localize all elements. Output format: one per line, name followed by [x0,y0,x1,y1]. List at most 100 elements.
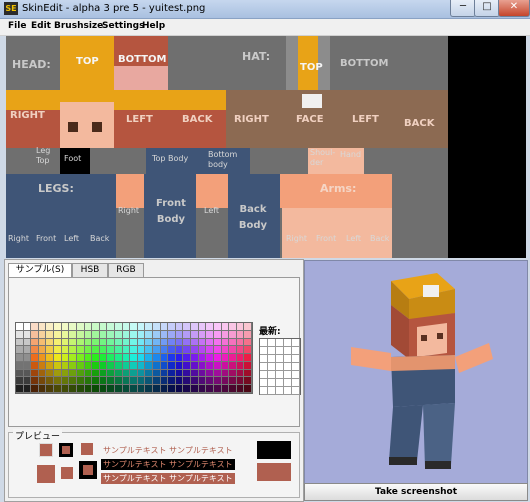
color-swatch[interactable] [137,385,145,392]
color-swatch[interactable] [16,385,23,392]
color-swatch[interactable] [168,338,175,346]
recent-swatch[interactable] [260,379,268,387]
recent-swatch[interactable] [284,387,292,395]
color-swatch[interactable] [69,369,76,377]
color-swatch[interactable] [160,377,168,385]
color-swatch[interactable] [168,354,175,361]
color-swatch[interactable] [23,354,31,361]
menu-edit[interactable]: Edit [31,21,51,31]
color-swatch[interactable] [130,361,137,369]
color-swatch[interactable] [99,330,107,338]
color-swatch[interactable] [213,369,221,377]
color-swatch[interactable] [76,338,84,346]
color-swatch[interactable] [213,377,221,385]
color-swatch[interactable] [38,385,46,392]
color-swatch[interactable] [31,323,38,330]
color-swatch[interactable] [122,369,130,377]
color-swatch[interactable] [153,338,160,346]
recent-swatch-grid[interactable] [259,338,301,395]
color-swatch[interactable] [145,361,153,369]
color-swatch[interactable] [46,354,54,361]
take-screenshot-button[interactable]: Take screenshot [304,483,528,501]
recent-swatch[interactable] [292,363,300,371]
color-swatch[interactable] [92,338,99,346]
color-swatch[interactable] [69,361,76,369]
color-swatch[interactable] [206,369,213,377]
color-swatch[interactable] [122,323,130,330]
color-swatch[interactable] [191,385,198,392]
color-swatch[interactable] [31,354,38,361]
color-swatch[interactable] [153,354,160,361]
color-swatch[interactable] [191,323,198,330]
maximize-button[interactable]: □ [474,0,500,17]
color-swatch[interactable] [69,377,76,385]
color-swatch[interactable] [183,385,191,392]
color-swatch[interactable] [244,330,251,338]
color-swatch[interactable] [76,385,84,392]
color-swatch[interactable] [244,385,251,392]
color-swatch[interactable] [145,369,153,377]
color-swatch[interactable] [145,346,153,354]
color-swatch[interactable] [23,330,31,338]
menu-settings[interactable]: Settings [102,21,144,31]
color-swatch[interactable] [61,369,69,377]
color-swatch[interactable] [130,330,137,338]
color-swatch[interactable] [54,323,61,330]
color-swatch[interactable] [31,361,38,369]
color-swatch[interactable] [69,330,76,338]
color-swatch[interactable] [229,354,236,361]
recent-swatch[interactable] [268,355,276,363]
color-swatch[interactable] [54,338,61,346]
color-swatch[interactable] [130,323,137,330]
color-swatch[interactable] [137,369,145,377]
color-swatch[interactable] [236,385,244,392]
color-swatch[interactable] [198,338,206,346]
color-swatch[interactable] [160,338,168,346]
color-swatch[interactable] [137,354,145,361]
color-swatch[interactable] [175,323,183,330]
recent-swatch[interactable] [284,379,292,387]
color-swatch[interactable] [23,361,31,369]
color-swatch[interactable] [206,330,213,338]
color-swatch[interactable] [183,346,191,354]
color-swatch[interactable] [114,323,122,330]
minimize-button[interactable]: ─ [450,0,476,17]
color-swatch[interactable] [99,354,107,361]
color-swatch[interactable] [114,346,122,354]
color-swatch[interactable] [244,361,251,369]
color-swatch[interactable] [236,369,244,377]
color-swatch[interactable] [38,354,46,361]
color-swatch[interactable] [61,338,69,346]
color-swatch[interactable] [23,377,31,385]
color-swatch[interactable] [54,377,61,385]
color-swatch[interactable] [54,346,61,354]
color-swatch[interactable] [198,330,206,338]
color-swatch[interactable] [221,346,229,354]
color-swatch[interactable] [69,385,76,392]
color-swatch[interactable] [137,323,145,330]
color-swatch[interactable] [16,338,23,346]
color-swatch[interactable] [244,354,251,361]
color-swatch[interactable] [16,361,23,369]
color-swatch[interactable] [229,385,236,392]
color-swatch[interactable] [38,330,46,338]
color-swatch[interactable] [76,323,84,330]
color-swatch[interactable] [206,385,213,392]
color-swatch[interactable] [137,361,145,369]
color-swatch[interactable] [84,369,92,377]
color-swatch[interactable] [206,338,213,346]
color-swatch[interactable] [84,330,92,338]
color-swatch[interactable] [206,346,213,354]
color-swatch[interactable] [229,330,236,338]
color-swatch[interactable] [84,346,92,354]
color-swatch[interactable] [198,346,206,354]
color-swatch[interactable] [198,377,206,385]
color-swatch[interactable] [61,385,69,392]
color-swatch[interactable] [46,346,54,354]
color-swatch[interactable] [46,369,54,377]
color-swatch[interactable] [191,330,198,338]
color-swatch[interactable] [244,369,251,377]
color-swatch[interactable] [213,385,221,392]
color-swatch[interactable] [31,385,38,392]
color-swatch[interactable] [99,338,107,346]
